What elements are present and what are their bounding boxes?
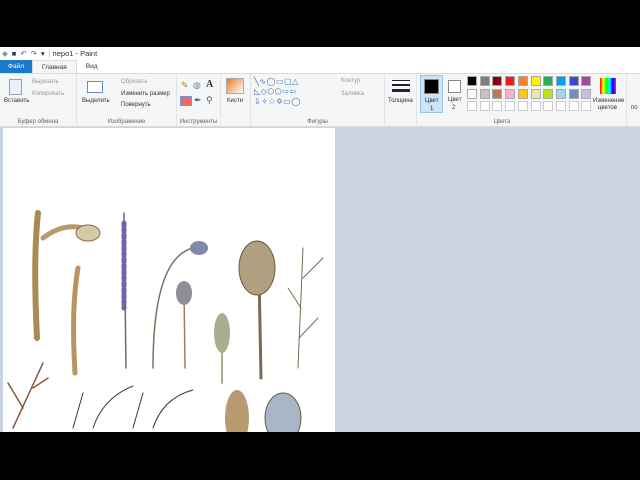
color-swatch[interactable]	[555, 76, 566, 86]
color-swatch[interactable]	[517, 76, 528, 86]
truncated-button-label[interactable]: по	[631, 105, 638, 111]
size-icon	[392, 80, 410, 92]
color-swatch[interactable]	[517, 88, 528, 99]
paint-app-icon: ◆	[2, 49, 8, 58]
image-label: Изображение	[107, 119, 146, 125]
color1-label: Цвет	[425, 98, 439, 104]
tab-view[interactable]: Вид	[77, 60, 107, 73]
text-icon[interactable]: A	[206, 79, 213, 90]
tab-home[interactable]: Главная	[32, 60, 77, 73]
image-group: Выделить Обрезать Изменить размер Поверн…	[77, 74, 177, 127]
color-swatch[interactable]	[505, 76, 516, 86]
color-swatch[interactable]	[479, 76, 490, 86]
tools-group: ✎ ◍ A ✒ ⚲ Инструменты	[177, 74, 221, 127]
color-swatch[interactable]	[492, 76, 503, 86]
custom-color-slot[interactable]	[479, 101, 490, 111]
canvas-area	[0, 127, 640, 446]
resize-button[interactable]: Изменить размер	[121, 91, 170, 97]
color-swatch[interactable]	[530, 88, 541, 99]
paste-icon[interactable]	[9, 79, 22, 95]
color-swatch[interactable]	[555, 88, 566, 99]
ribbon: Вставить Вырезать Копировать Буфер обмен…	[0, 73, 640, 127]
fill-button[interactable]: Заливка	[341, 91, 364, 97]
custom-color-slot[interactable]	[555, 101, 566, 111]
edit-colors-label2: цветов	[598, 105, 617, 111]
eraser-icon[interactable]	[180, 96, 192, 106]
botanical-illustration	[7, 210, 324, 446]
pencil-icon[interactable]: ✎	[181, 80, 189, 91]
edit-colors-label: Изменение	[593, 98, 625, 104]
tab-file[interactable]: Файл	[0, 60, 32, 73]
color-picker-icon[interactable]: ✒	[194, 95, 202, 106]
clipboard-label: Буфер обмена	[17, 119, 59, 125]
color1-button[interactable]: Цвет 1	[420, 75, 443, 113]
magnifier-icon[interactable]: ⚲	[206, 95, 213, 106]
edit-colors-group[interactable]: Изменение цветов	[587, 74, 627, 127]
undo-icon[interactable]: ↶	[20, 49, 26, 58]
fill-icon[interactable]: ◍	[193, 80, 201, 91]
window-title: перо1 - Paint	[48, 49, 97, 58]
brush-icon	[226, 78, 244, 94]
letterbox-top	[0, 0, 640, 47]
size-group[interactable]: Толщина	[385, 74, 417, 127]
copy-button[interactable]: Копировать	[32, 91, 64, 97]
color-swatch[interactable]	[479, 88, 490, 99]
colors-label: Цвета	[493, 119, 511, 125]
paste-button[interactable]: Вставить	[4, 98, 29, 104]
clipboard-group: Вставить Вырезать Копировать Буфер обмен…	[0, 74, 77, 127]
color-swatch[interactable]	[492, 88, 503, 99]
custom-color-slot[interactable]	[505, 101, 516, 111]
brushes-group[interactable]: Кисти	[221, 74, 251, 127]
color2-swatch	[448, 80, 461, 93]
size-button[interactable]: Толщина	[388, 98, 413, 104]
color1-swatch	[424, 79, 439, 94]
custom-color-slot[interactable]	[568, 101, 579, 111]
outline-button[interactable]: Контур	[341, 78, 360, 84]
ribbon-tabs: Файл Главная Вид	[0, 60, 640, 73]
custom-color-slot[interactable]	[543, 101, 554, 111]
custom-color-slot[interactable]	[530, 101, 541, 111]
custom-color-slot[interactable]	[467, 101, 477, 111]
save-icon[interactable]: ■	[12, 49, 17, 58]
color-swatch[interactable]	[543, 88, 554, 99]
color2-label: Цвет	[448, 97, 462, 103]
color1-num: 1	[430, 106, 434, 112]
tools-label: Инструменты	[179, 119, 218, 125]
cut-button[interactable]: Вырезать	[32, 79, 59, 85]
select-icon[interactable]	[87, 81, 103, 93]
shapes-gallery[interactable]: ╲∿◯▭▢△ ◺◇⬡⬠⇨⇦ ⇩✧☆✡▭◯	[254, 77, 334, 107]
color2-button[interactable]: Цвет 2	[445, 75, 465, 113]
edit-colors-icon	[600, 78, 616, 94]
color-swatch[interactable]	[543, 76, 554, 86]
color-swatch[interactable]	[505, 88, 516, 99]
color2-num: 2	[452, 105, 456, 111]
color-swatch[interactable]	[568, 76, 579, 86]
custom-color-slot[interactable]	[517, 101, 528, 111]
color-swatch[interactable]	[568, 88, 579, 99]
drawing-canvas[interactable]	[3, 128, 335, 446]
color-swatch[interactable]	[467, 88, 477, 99]
crop-button[interactable]: Обрезать	[121, 79, 147, 85]
color-swatch[interactable]	[530, 76, 541, 86]
brushes-button[interactable]: Кисти	[227, 98, 243, 104]
redo-icon[interactable]: ↷	[31, 49, 37, 58]
colors-group: Цвет 1 Цвет 2 Цвета	[417, 74, 592, 127]
quick-access-dropdown-icon[interactable]: ▾	[41, 49, 45, 58]
title-bar: ◆ ■ ↶ ↷ ▾ перо1 - Paint	[0, 47, 640, 60]
shapes-label: Фигуры	[307, 119, 328, 125]
select-button[interactable]: Выделить	[82, 98, 110, 104]
rotate-button[interactable]: Повернуть	[121, 102, 151, 108]
shapes-group: ╲∿◯▭▢△ ◺◇⬡⬠⇨⇦ ⇩✧☆✡▭◯ Контур Заливка Фигуры	[251, 74, 385, 127]
custom-color-slot[interactable]	[492, 101, 503, 111]
color-swatch[interactable]	[467, 76, 477, 86]
letterbox-bottom	[0, 432, 640, 480]
